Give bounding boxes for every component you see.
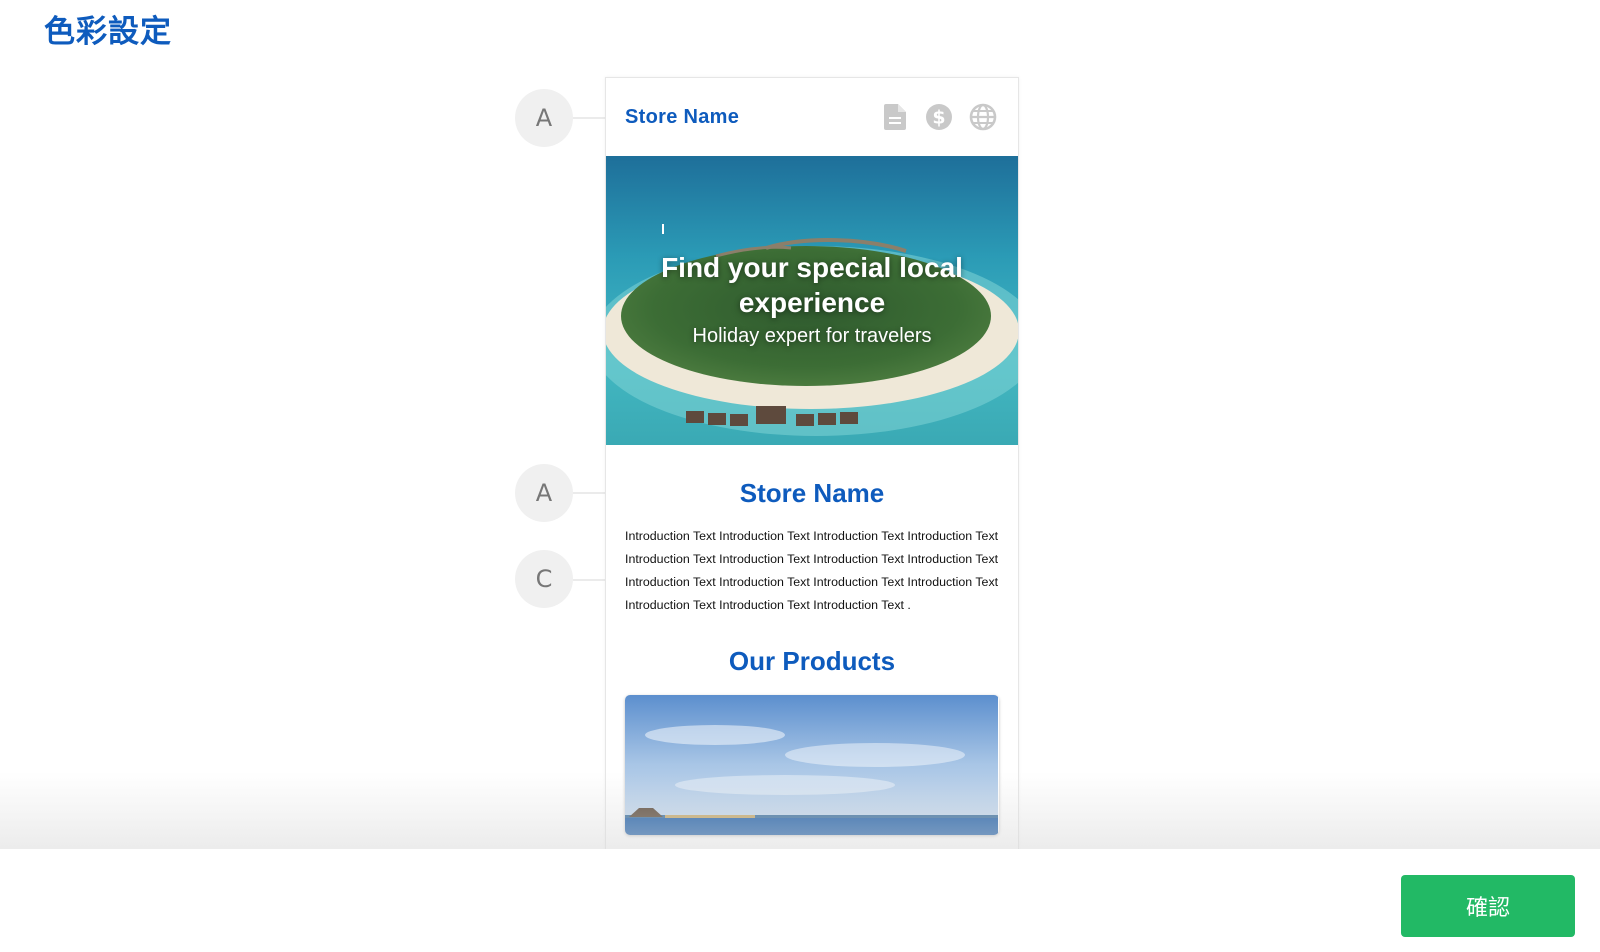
product-card[interactable] xyxy=(625,695,999,835)
store-name-heading: Store Name xyxy=(739,478,885,508)
marker-store-name: A xyxy=(515,464,573,522)
dollar-icon[interactable]: $ xyxy=(922,100,956,134)
marker-header-text: A xyxy=(515,89,573,147)
intro-text: Introduction Text Introduction Text Intr… xyxy=(625,529,999,612)
document-icon[interactable] xyxy=(878,100,912,134)
hero-subtitle: Holiday expert for travelers xyxy=(692,325,932,347)
store-preview: Store Name $ Find your special local exp… xyxy=(605,77,1019,879)
header-icons: $ xyxy=(878,100,1000,134)
hero-text: Find your special local experience Holid… xyxy=(606,250,1018,348)
preview-header: Store Name $ xyxy=(606,78,1018,156)
product-image xyxy=(625,695,998,835)
products-heading: Our Products xyxy=(728,646,896,676)
svg-text:$: $ xyxy=(932,107,945,129)
header-store-name: Store Name xyxy=(625,105,740,128)
bottom-bar: 確認 xyxy=(0,849,1600,952)
page-title: 色彩設定 xyxy=(44,14,172,50)
confirm-button[interactable]: 確認 xyxy=(1401,875,1575,937)
hero-banner: Find your special local experience Holid… xyxy=(606,156,1018,445)
hero-title: Find your special local experience xyxy=(661,252,963,318)
globe-icon[interactable] xyxy=(966,100,1000,134)
marker-intro-text: C xyxy=(515,550,573,608)
